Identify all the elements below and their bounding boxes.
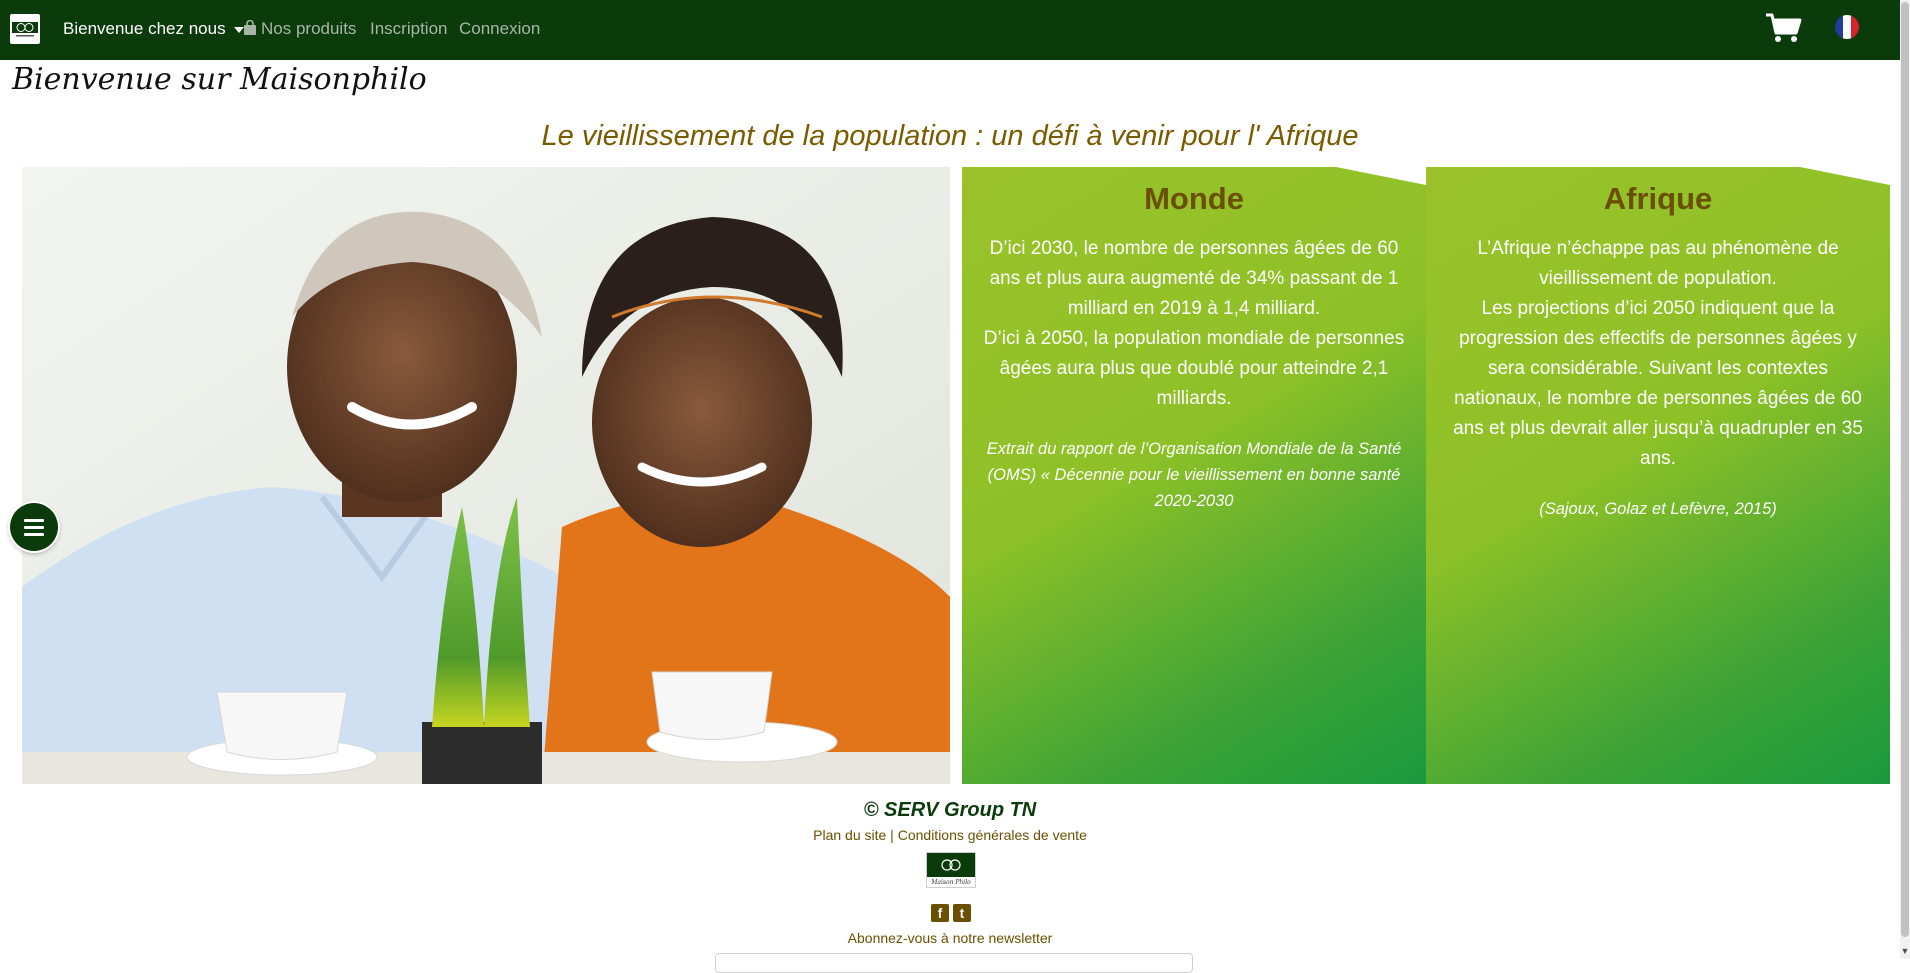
french-flag-icon[interactable] [1835,15,1859,39]
page-subtitle: Le vieillissement de la population : un … [541,120,1359,152]
africa-card-title: Afrique [1603,181,1713,216]
world-card-paragraph-2: D’ici à 2050, la population mondiale de … [983,328,1405,410]
africa-card-source: (Sajoux, Golaz et Lefèvre, 2015) [1539,500,1777,519]
page-scrollbar-thumb[interactable] [1901,2,1909,937]
scroll-down-arrow-icon[interactable]: ▼ [1900,945,1910,957]
footer-link-separator: | [886,827,898,843]
nav-menu-label: Bienvenue chez nous [63,19,226,38]
africa-info-card: Afrique L’Afrique n’échappe pas au phéno… [1426,167,1890,784]
sitemap-link[interactable]: Plan du site [813,827,886,843]
shopping-cart-icon[interactable] [1765,12,1803,44]
facebook-icon[interactable]: f [931,904,949,922]
africa-card-paragraph-1: L’Afrique n’échappe pas au phénomène de … [1477,238,1839,290]
world-card-text: D’ici 2030, le nombre de personnes âgées… [980,234,1408,414]
footer-links: Plan du site | Conditions générales de v… [10,827,1890,843]
card-corner-decoration [1336,167,1426,185]
world-info-card: Monde D’ici 2030, le nombre de personnes… [962,167,1426,784]
top-navbar: Bienvenue chez nous Nos produits Inscrip… [0,0,1900,60]
welcome-heading: Bienvenue sur Maisonphilo [12,62,427,97]
world-card-title: Monde [1144,181,1244,216]
twitter-icon[interactable]: t [953,904,971,922]
footer-copyright: © SERV Group TN [863,799,1037,821]
newsletter-label: Abonnez-vous à notre newsletter [847,930,1053,946]
elderly-couple-photo [22,167,950,784]
card-corner-decoration [1800,167,1890,185]
hamburger-menu-icon[interactable] [10,503,58,551]
nav-login-link[interactable]: Connexion [459,19,540,39]
newsletter-email-input[interactable] [715,953,1193,973]
nav-products-label: Nos produits [261,19,357,38]
nav-signup-link[interactable]: Inscription [370,19,447,39]
terms-link[interactable]: Conditions générales de vente [898,827,1087,843]
maisonphilo-logo-icon[interactable] [10,14,40,44]
world-card-paragraph-1: D’ici 2030, le nombre de personnes âgées… [989,238,1399,320]
nav-menu-dropdown[interactable]: Bienvenue chez nous [63,19,244,39]
shopping-bag-icon [244,20,256,35]
nav-products-link[interactable]: Nos produits [243,19,356,39]
footer-logo: Maison Philo [926,852,976,888]
footer-logo-text: Maison Philo [931,879,971,886]
world-card-source: Extrait du rapport de l’Organisation Mon… [986,440,1402,511]
africa-card-text: L’Afrique n’échappe pas au phénomène de … [1444,234,1872,474]
africa-card-paragraph-2: Les projections d’ici 2050 indiquent que… [1453,298,1863,470]
